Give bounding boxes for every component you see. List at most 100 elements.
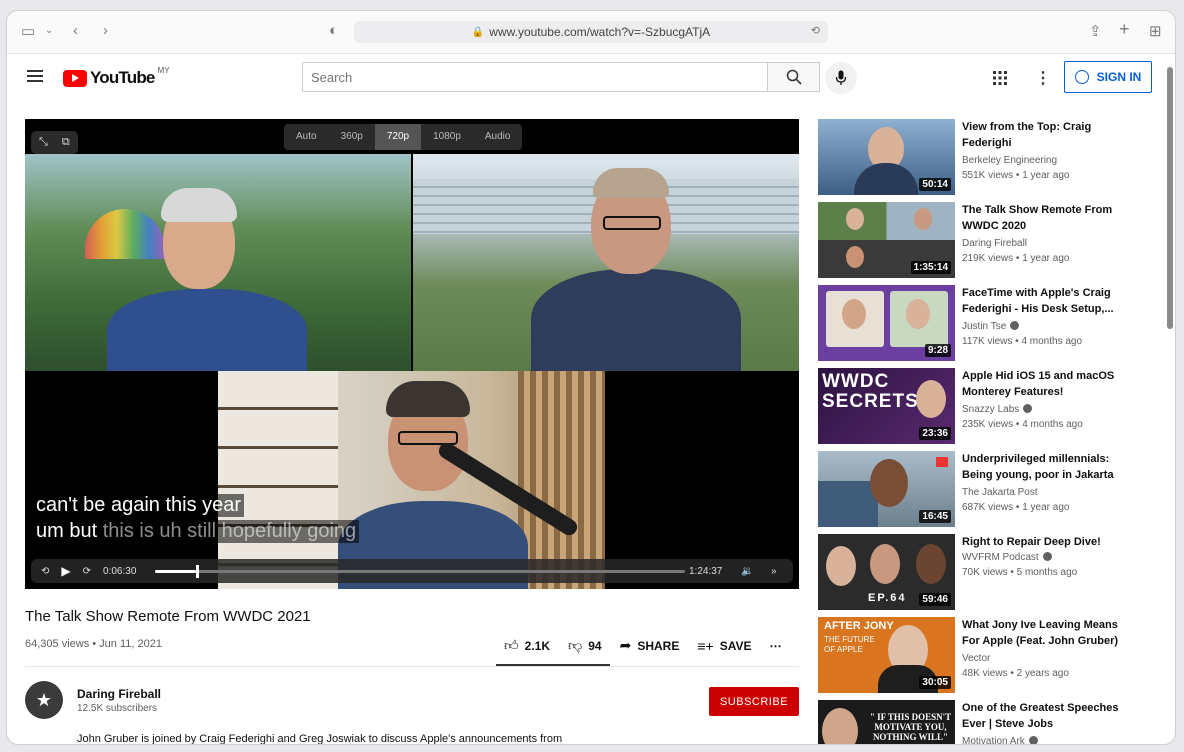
shield-icon[interactable]: ◐ bbox=[329, 22, 338, 39]
recommendation-item[interactable]: AFTER JONY THE FUTURE OF APPLE 30:05 Wha… bbox=[818, 617, 1158, 693]
video-thumbnail[interactable]: 50:14 bbox=[818, 119, 955, 195]
progress-bar[interactable] bbox=[155, 565, 685, 578]
recommendation-item[interactable]: 16:45 Underprivileged millennials: Being… bbox=[818, 451, 1158, 527]
recommendation-item[interactable]: 50:14 View from the Top: Craig Federighi… bbox=[818, 119, 1158, 195]
quality-option[interactable]: 360p bbox=[329, 124, 375, 150]
chevron-down-icon[interactable]: ⌄ bbox=[45, 25, 53, 36]
sign-in-button[interactable]: SIGN IN bbox=[1064, 61, 1152, 93]
quality-selector[interactable]: Auto 360p 720p 1080p Audio bbox=[284, 124, 523, 150]
like-count: 2.1K bbox=[524, 638, 550, 653]
recommendation-item[interactable]: 9:28 FaceTime with Apple's Craig Federig… bbox=[818, 285, 1158, 361]
apps-grid-icon[interactable] bbox=[993, 71, 1007, 90]
recommendation-channel[interactable]: Vector bbox=[962, 653, 990, 664]
recommendation-channel[interactable]: Daring Fireball bbox=[962, 238, 1027, 249]
voice-search-button[interactable] bbox=[825, 62, 857, 94]
video-thumbnail[interactable]: AFTER JONY THE FUTURE OF APPLE 30:05 bbox=[818, 617, 955, 693]
subscriber-count: 12.5K subscribers bbox=[77, 703, 158, 714]
caption-line: um but this is uh still hopefully going bbox=[33, 520, 360, 543]
recommendation-views: 117K views • 4 months ago bbox=[962, 336, 1083, 347]
recommendation-channel[interactable]: Justin Tse bbox=[962, 321, 1020, 332]
recommendation-title[interactable]: The Talk Show Remote From WWDC 2020 bbox=[962, 202, 1122, 234]
fullscreen-icon[interactable]: ⤡ bbox=[39, 136, 48, 149]
forward-skip-icon[interactable]: » bbox=[771, 566, 777, 577]
skip-forward-icon[interactable]: ⟳ bbox=[83, 566, 91, 577]
like-ratio-bar bbox=[496, 664, 610, 666]
quality-option[interactable]: Audio bbox=[473, 124, 523, 150]
video-meta: 64,305 views • Jun 11, 2021 bbox=[25, 638, 162, 650]
video-duration: 50:14 bbox=[919, 178, 951, 191]
video-duration: 16:45 bbox=[919, 510, 951, 523]
recommendation-item[interactable]: 1:35:14 The Talk Show Remote From WWDC 2… bbox=[818, 202, 1158, 278]
youtube-play-icon bbox=[63, 69, 87, 87]
video-thumbnail[interactable]: EP.64 59:46 bbox=[818, 534, 955, 610]
recommendation-views: 687K views • 1 year ago bbox=[962, 502, 1070, 513]
like-button[interactable]: 👍︎ 2.1K bbox=[504, 637, 550, 654]
verified-icon bbox=[1023, 404, 1033, 413]
recommendation-item[interactable]: " IF THIS DOESN'T MOTIVATE YOU, NOTHING … bbox=[818, 700, 1158, 744]
recommendation-title[interactable]: Right to Repair Deep Dive! bbox=[962, 534, 1122, 550]
duration: 1:24:37 bbox=[689, 565, 723, 577]
recommendation-channel[interactable]: Snazzy Labs bbox=[962, 404, 1033, 415]
recommendation-channel[interactable]: Berkeley Engineering bbox=[962, 155, 1057, 166]
translate-reload-icon[interactable]: ⟲ bbox=[811, 24, 820, 37]
youtube-logo[interactable]: YouTube MY bbox=[63, 66, 170, 88]
video-thumbnail[interactable]: 9:28 bbox=[818, 285, 955, 361]
browser-window: ▭ ⌄ ‹ › ◐ 🔒 www.youtube.com/watch?v=-Szb… bbox=[6, 10, 1176, 745]
new-tab-icon[interactable]: + bbox=[1119, 19, 1130, 40]
channel-label: WVFRM Podcast bbox=[962, 552, 1039, 563]
dislike-button[interactable]: 👎︎ 94 bbox=[568, 637, 602, 654]
sign-in-label: SIGN IN bbox=[1096, 70, 1142, 84]
tab-overview-icon[interactable]: ⊞ bbox=[1149, 22, 1162, 40]
video-thumbnail[interactable]: 1:35:14 bbox=[818, 202, 955, 278]
recommendation-title[interactable]: Underprivileged millennials: Being young… bbox=[962, 451, 1122, 483]
back-icon[interactable]: ‹ bbox=[73, 22, 78, 39]
microphone-icon bbox=[835, 70, 847, 85]
channel-avatar[interactable]: ★ bbox=[25, 681, 63, 719]
sidebar-toggle-icon[interactable]: ▭ bbox=[21, 22, 35, 40]
channel-name[interactable]: Daring Fireball bbox=[77, 687, 161, 701]
quality-option-selected[interactable]: 720p bbox=[374, 124, 422, 150]
recommendation-channel[interactable]: The Jakarta Post bbox=[962, 487, 1038, 498]
search-icon bbox=[786, 69, 802, 85]
share-button[interactable]: ➦ SHARE bbox=[620, 637, 680, 654]
recommendation-title[interactable]: FaceTime with Apple's Craig Federighi - … bbox=[962, 285, 1122, 317]
quality-option[interactable]: 1080p bbox=[421, 124, 473, 150]
more-actions-icon[interactable]: ⋯ bbox=[769, 637, 781, 654]
recommendation-channel[interactable]: Motivation Ark bbox=[962, 736, 1038, 744]
video-player[interactable]: Auto 360p 720p 1080p Audio ⤡ ⧉ can't be … bbox=[25, 119, 799, 589]
recommendation-title[interactable]: One of the Greatest Speeches Ever | Stev… bbox=[962, 700, 1122, 732]
verified-icon bbox=[1042, 552, 1052, 561]
video-thumbnail[interactable]: 16:45 bbox=[818, 451, 955, 527]
share-icon[interactable]: ⇪ bbox=[1089, 22, 1102, 40]
picture-in-picture-icon[interactable]: ⧉ bbox=[62, 136, 70, 149]
recommendation-views: 235K views • 4 months ago bbox=[962, 419, 1083, 430]
progress-handle[interactable] bbox=[195, 565, 199, 578]
lock-icon: 🔒 bbox=[471, 26, 485, 38]
video-thumbnail[interactable]: " IF THIS DOESN'T MOTIVATE YOU, NOTHING … bbox=[818, 700, 955, 744]
forward-icon[interactable]: › bbox=[103, 22, 108, 39]
search-button[interactable] bbox=[768, 62, 820, 92]
dislike-count: 94 bbox=[588, 638, 602, 653]
address-bar[interactable]: 🔒 www.youtube.com/watch?v=-SzbucgATjA ⟲ bbox=[354, 21, 828, 43]
channel-label: Berkeley Engineering bbox=[962, 155, 1058, 166]
recommendation-title[interactable]: What Jony Ive Leaving Means For Apple (F… bbox=[962, 617, 1122, 649]
video-thumbnail[interactable]: WWDC SECRETS 23:36 bbox=[818, 368, 955, 444]
recommendation-title[interactable]: Apple Hid iOS 15 and macOS Monterey Feat… bbox=[962, 368, 1122, 400]
caption-text: um but bbox=[36, 520, 103, 542]
more-options-icon[interactable]: ⋮ bbox=[1035, 68, 1051, 88]
play-icon[interactable]: ▶ bbox=[61, 564, 70, 578]
recommendation-item[interactable]: WWDC SECRETS 23:36 Apple Hid iOS 15 and … bbox=[818, 368, 1158, 444]
share-arrow-icon: ➦ bbox=[619, 637, 632, 653]
save-button[interactable]: ≡+ SAVE bbox=[697, 637, 751, 654]
volume-icon[interactable]: 🔉 bbox=[741, 566, 753, 577]
quality-option[interactable]: Auto bbox=[284, 124, 329, 150]
recommendation-channel[interactable]: WVFRM Podcast bbox=[962, 552, 1052, 563]
recommendation-views: 219K views • 1 year ago bbox=[962, 253, 1070, 264]
page-scrollbar[interactable] bbox=[1167, 67, 1173, 329]
skip-back-icon[interactable]: ⟲ bbox=[41, 566, 49, 577]
menu-icon[interactable] bbox=[27, 70, 43, 82]
subscribe-button[interactable]: SUBSCRIBE bbox=[709, 687, 799, 716]
recommendation-item[interactable]: EP.64 59:46 Right to Repair Deep Dive! W… bbox=[818, 534, 1158, 610]
search-input[interactable] bbox=[303, 68, 767, 86]
recommendation-title[interactable]: View from the Top: Craig Federighi bbox=[962, 119, 1122, 151]
